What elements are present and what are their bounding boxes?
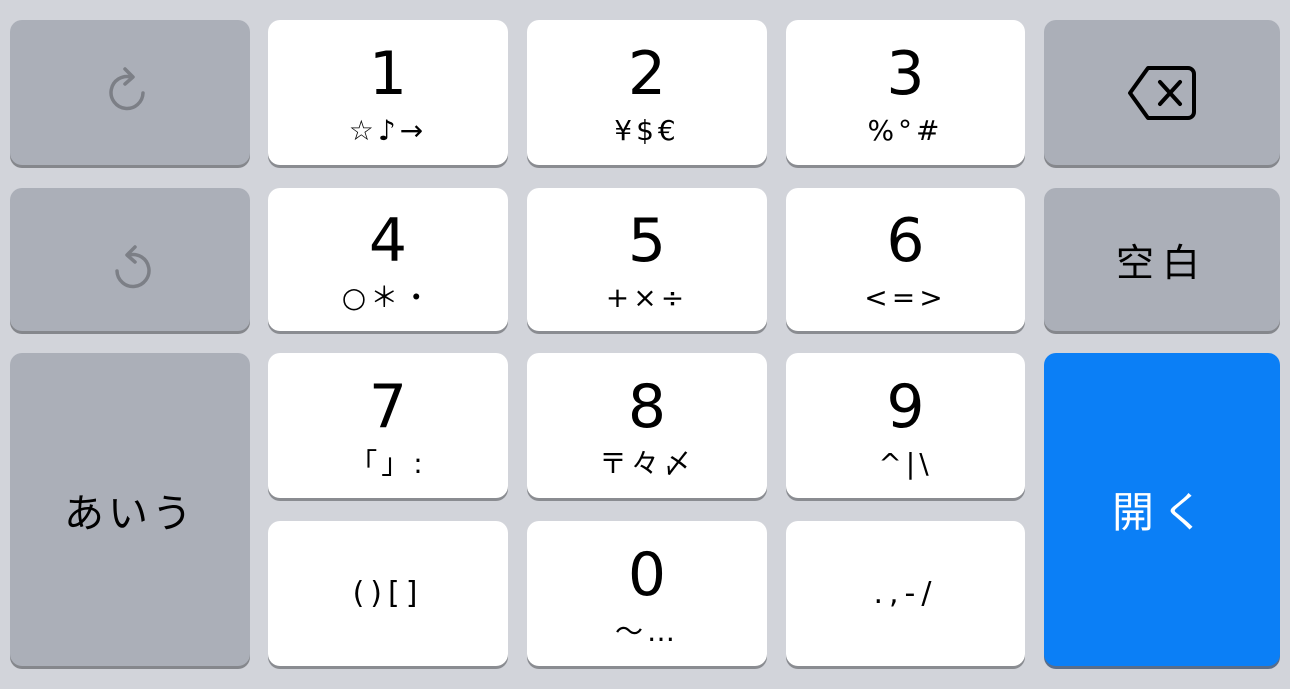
- space-label: 空白: [1115, 241, 1208, 285]
- kana-mode-key[interactable]: あいう: [10, 353, 250, 666]
- key-brackets-symbols: ()[]: [352, 576, 424, 611]
- space-key[interactable]: 空白: [1044, 188, 1280, 331]
- redo-key[interactable]: [10, 20, 250, 165]
- key-5-number: 5: [627, 205, 667, 276]
- key-8[interactable]: 8 〒々〆: [527, 353, 767, 498]
- return-label: 開く: [1111, 488, 1212, 537]
- kana-mode-label: あいう: [64, 490, 196, 537]
- key-1-symbols: ☆♪→: [348, 113, 428, 147]
- key-punctuation[interactable]: .,-/: [786, 521, 1025, 666]
- key-9-number: 9: [886, 371, 925, 442]
- key-0-number: 0: [627, 539, 667, 610]
- keyboard: あいう 1 ☆♪→ 2 ¥$€ 3 %°# 4 ○＊・ 5 +×÷ 6 <=> …: [0, 0, 1290, 689]
- key-1-number: 1: [368, 38, 408, 109]
- undo-key[interactable]: [10, 188, 250, 331]
- key-4-symbols: ○＊・: [341, 280, 435, 314]
- key-9-symbols: ^|\: [878, 446, 933, 480]
- undo-icon: [115, 244, 151, 288]
- key-2-symbols: ¥$€: [614, 113, 680, 147]
- key-6-symbols: <=>: [864, 280, 947, 314]
- key-3[interactable]: 3 %°#: [786, 20, 1025, 165]
- key-3-symbols: %°#: [867, 113, 944, 147]
- key-punctuation-symbols: .,-/: [873, 576, 938, 611]
- backspace-key[interactable]: [1044, 20, 1280, 165]
- key-7[interactable]: 7 「」:: [268, 353, 508, 498]
- key-0[interactable]: 0 〜…: [527, 521, 767, 666]
- key-8-number: 8: [627, 371, 667, 442]
- backspace-icon: [1128, 65, 1196, 120]
- key-7-number: 7: [368, 371, 408, 442]
- key-2[interactable]: 2 ¥$€: [527, 20, 767, 165]
- key-8-symbols: 〒々〆: [598, 446, 695, 480]
- key-4[interactable]: 4 ○＊・: [268, 188, 508, 331]
- key-0-symbols: 〜…: [614, 614, 679, 648]
- redo-icon: [109, 66, 145, 110]
- key-6[interactable]: 6 <=>: [786, 188, 1025, 331]
- key-5[interactable]: 5 +×÷: [527, 188, 767, 331]
- return-key[interactable]: 開く: [1044, 353, 1280, 666]
- key-6-number: 6: [886, 205, 925, 276]
- key-5-symbols: +×÷: [605, 280, 689, 314]
- key-brackets[interactable]: ()[]: [268, 521, 508, 666]
- key-1[interactable]: 1 ☆♪→: [268, 20, 508, 165]
- key-2-number: 2: [627, 38, 667, 109]
- key-4-number: 4: [368, 205, 408, 276]
- key-7-symbols: 「」:: [349, 446, 427, 480]
- key-3-number: 3: [886, 38, 925, 109]
- key-9[interactable]: 9 ^|\: [786, 353, 1025, 498]
